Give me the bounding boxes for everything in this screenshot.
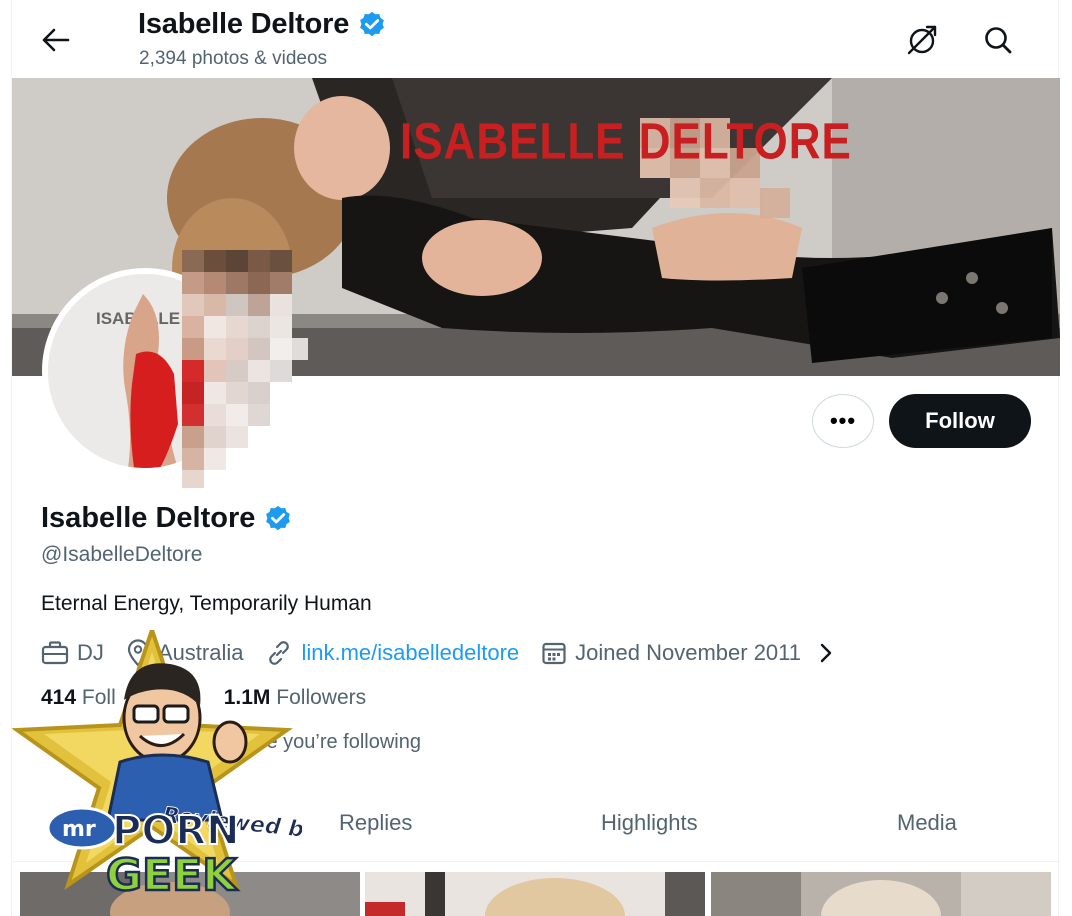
profile-link[interactable]: link.me/isabelledeltore xyxy=(301,640,519,666)
tab-replies[interactable]: Replies xyxy=(339,810,412,836)
verified-badge-icon xyxy=(360,11,385,36)
profile-bio: Eternal Energy, Temporarily Human xyxy=(41,592,372,615)
meta-joined: Joined November 2011 xyxy=(541,640,833,666)
profile-name: Isabelle Deltore xyxy=(41,502,256,534)
profile-handle: @IsabelleDeltore xyxy=(41,543,203,566)
media-thumb[interactable] xyxy=(365,872,705,916)
calendar-icon xyxy=(542,642,566,665)
follow-button[interactable]: Follow xyxy=(889,394,1031,448)
joined-text: Joined November 2011 xyxy=(575,640,801,665)
hide-button[interactable] xyxy=(902,20,942,60)
header-title: Isabelle Deltore xyxy=(138,8,387,41)
watermark-line2a: mr xyxy=(62,817,96,842)
search-button[interactable] xyxy=(978,20,1018,60)
tab-media[interactable]: Media xyxy=(897,810,957,836)
header-subtitle: 2,394 photos & videos xyxy=(139,48,328,69)
media-thumb[interactable] xyxy=(711,872,1051,916)
verified-badge-icon xyxy=(266,505,291,530)
watermark-line3: GEEK xyxy=(106,850,238,900)
meta-link[interactable]: link.me/isabelledeltore xyxy=(265,639,519,667)
svg-text:ISABELLE DELTORE: ISABELLE DELTORE xyxy=(400,114,852,171)
search-icon xyxy=(985,27,1012,54)
watermark-line2b: PORN xyxy=(112,808,240,854)
tab-highlights[interactable]: Highlights xyxy=(601,810,698,836)
top-bar: Isabelle Deltore 2,394 photos & videos xyxy=(12,0,1060,78)
chevron-right-icon[interactable] xyxy=(819,642,833,664)
more-options-button[interactable]: ••• xyxy=(812,394,874,448)
avatar-pixelation xyxy=(182,250,308,488)
header-name: Isabelle Deltore xyxy=(138,8,350,40)
profile-name-row: Isabelle Deltore xyxy=(41,502,293,535)
reviewed-by-watermark: Reviewed by mr PORN GEEK xyxy=(12,630,302,900)
back-button[interactable] xyxy=(36,22,76,58)
hide-icon xyxy=(907,25,937,55)
back-arrow-icon xyxy=(42,28,70,52)
